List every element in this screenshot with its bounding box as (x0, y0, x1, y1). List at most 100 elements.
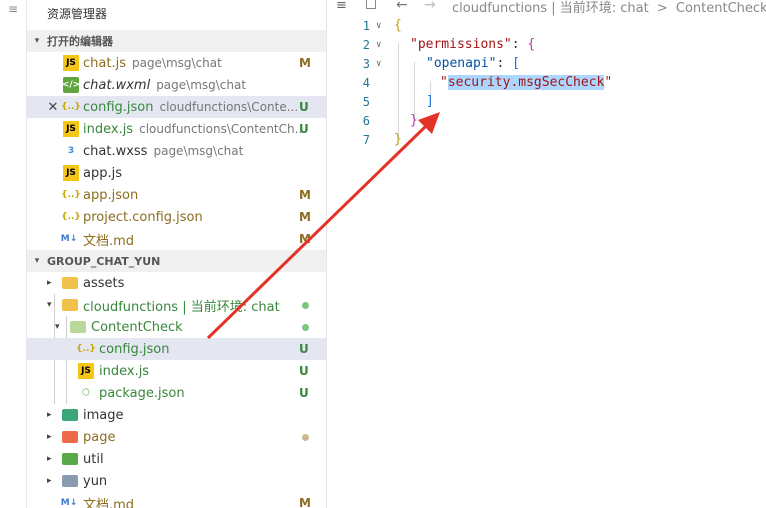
open-editor-item[interactable]: {..} app.json M (27, 184, 326, 206)
open-editor-item-active[interactable]: ✕ {..} config.json cloudfunctions\Conte..… (27, 96, 326, 118)
file-path: cloudfunctions\ContentCh... (139, 121, 307, 136)
project-name: GROUP_CHAT_YUN (47, 254, 161, 268)
json-key: "permissions" (410, 37, 512, 52)
open-editor-item[interactable]: JS chat.js page\msg\chat M (27, 52, 326, 74)
code-line[interactable]: 6 } (328, 111, 766, 130)
tree-file-package-json[interactable]: ⬡ package.json U (27, 382, 326, 404)
line-number: 6 (362, 113, 370, 128)
folder-icon (62, 275, 78, 291)
package-file-icon: ⬡ (82, 388, 90, 398)
tree-folder-page[interactable]: ▸ page (27, 426, 326, 448)
tree-label: yun (83, 473, 108, 489)
open-editor-item[interactable]: M↓ 文档.md M (27, 228, 326, 250)
breadcrumb-separator: > (656, 1, 668, 16)
open-editor-item[interactable]: JS index.js cloudfunctions\ContentCh... U (27, 118, 326, 140)
json-colon: : (511, 37, 528, 52)
folder-open-icon (70, 319, 86, 335)
tree-folder-contentcheck[interactable]: ▾ ContentCheck (27, 316, 326, 338)
chevron-down-icon: ▾ (55, 322, 60, 332)
explorer-title: 资源管理器 (47, 7, 108, 21)
modified-badge: M (299, 56, 311, 70)
tree-folder-util[interactable]: ▸ util (27, 448, 326, 470)
folder-icon (62, 429, 78, 445)
modified-badge: M (299, 496, 311, 508)
file-name: chat.wxss (83, 143, 148, 159)
tree-file-index-js[interactable]: JS index.js U (27, 360, 326, 382)
close-icon[interactable]: ✕ (47, 100, 59, 115)
wxml-file-icon: </> (62, 77, 80, 93)
chevron-right-icon: ▸ (47, 454, 52, 464)
code-line[interactable]: 7 } (328, 130, 766, 149)
json-quote: " (604, 75, 613, 90)
json-string-selected: security.msgSecCheck (447, 75, 605, 90)
fold-chevron-icon[interactable]: ∨ (376, 21, 381, 31)
split-editor-icon[interactable]: ≡ (336, 0, 347, 13)
activity-bar: ≡ (0, 0, 27, 508)
tree-folder-yun[interactable]: ▸ yun (27, 470, 326, 492)
tree-folder-image[interactable]: ▸ image (27, 404, 326, 426)
line-number: 5 (362, 94, 370, 109)
css-file-icon: 3 (67, 146, 75, 156)
file-name: project.config.json (83, 209, 203, 225)
code-text: { (394, 18, 402, 33)
forward-arrow-icon[interactable]: → (424, 0, 436, 13)
open-editor-item[interactable]: </> chat.wxml page\msg\chat (27, 74, 326, 96)
code-line[interactable]: 1 ∨ { (328, 16, 766, 35)
breadcrumb-path[interactable]: cloudfunctions | 当前环境: chat (452, 1, 649, 16)
fold-chevron-icon[interactable]: ∨ (376, 40, 381, 50)
js-file-icon: JS (78, 363, 94, 379)
untracked-dot (302, 301, 309, 309)
line-number: 3 (362, 56, 370, 71)
json-file-icon: {..} (76, 344, 96, 354)
tree-file-doc-md[interactable]: M↓ 文档.md M (27, 492, 326, 508)
file-path: cloudfunctions\Conte... (159, 99, 299, 114)
fold-chevron-icon[interactable]: ∨ (376, 59, 381, 69)
open-editor-item[interactable]: 3 chat.wxss page\msg\chat (27, 140, 326, 162)
chevron-right-icon: ▸ (47, 410, 52, 420)
code-line[interactable]: 4 "security.msgSecCheck" (328, 73, 766, 92)
file-name: config.json (83, 99, 154, 115)
project-header[interactable]: ▾ GROUP_CHAT_YUN (27, 250, 326, 272)
open-editors-header[interactable]: ▾ 打开的编辑器 (27, 30, 326, 52)
breadcrumb: ≡ ← → cloudfunctions | 当前环境: chat > Cont… (328, 0, 766, 16)
json-file-icon: {..} (61, 212, 81, 222)
tree-folder-assets[interactable]: ▸ assets (27, 272, 326, 294)
code-line[interactable]: 5 ] (328, 92, 766, 111)
json-brace: { (527, 37, 536, 52)
code-line[interactable]: 3 ∨ "openapi": [ (328, 54, 766, 73)
open-editor-item[interactable]: {..} project.config.json M (27, 206, 326, 228)
code-line[interactable]: 2 ∨ "permissions": { (328, 35, 766, 54)
file-path: page\msg\chat (153, 143, 244, 158)
tree-label: image (83, 407, 124, 423)
tree-label: assets (83, 275, 125, 291)
tree-label: cloudfunctions | 当前环境: chat (83, 299, 280, 315)
tree-folder-cloudfunctions[interactable]: ▾ cloudfunctions | 当前环境: chat (27, 294, 326, 316)
code-text: } (410, 113, 418, 128)
json-quote: " (440, 75, 448, 90)
chevron-right-icon: ▸ (47, 432, 52, 442)
menu-icon[interactable]: ≡ (8, 2, 18, 16)
folder-icon (62, 451, 78, 467)
js-file-icon: JS (63, 121, 79, 137)
back-arrow-icon[interactable]: ← (396, 0, 408, 13)
file-path: page\msg\chat (131, 55, 222, 70)
modified-badge: M (299, 188, 311, 202)
modified-badge: M (299, 210, 311, 224)
untracked-dot (302, 323, 309, 331)
tree-label: package.json (99, 385, 185, 401)
markdown-file-icon: M↓ (60, 498, 78, 508)
code-editor[interactable]: ≡ ← → cloudfunctions | 当前环境: chat > Cont… (328, 0, 766, 508)
bookmark-icon[interactable] (366, 0, 376, 9)
file-name: 文档.md (83, 233, 135, 249)
breadcrumb-folder[interactable]: ContentCheck (676, 1, 766, 16)
untracked-badge: U (299, 342, 309, 356)
explorer-panel: 资源管理器 ▾ 打开的编辑器 JS chat.js page\msg\chat M… (27, 0, 327, 508)
open-editor-item[interactable]: JS app.js (27, 162, 326, 184)
tree-file-config-json[interactable]: {..} config.json U (27, 338, 326, 360)
line-number: 2 (362, 37, 370, 52)
untracked-badge: U (299, 386, 309, 400)
folder-icon (62, 473, 78, 489)
chevron-down-icon: ▾ (34, 36, 40, 46)
untracked-badge: U (299, 364, 309, 378)
tree-label: util (83, 451, 104, 467)
